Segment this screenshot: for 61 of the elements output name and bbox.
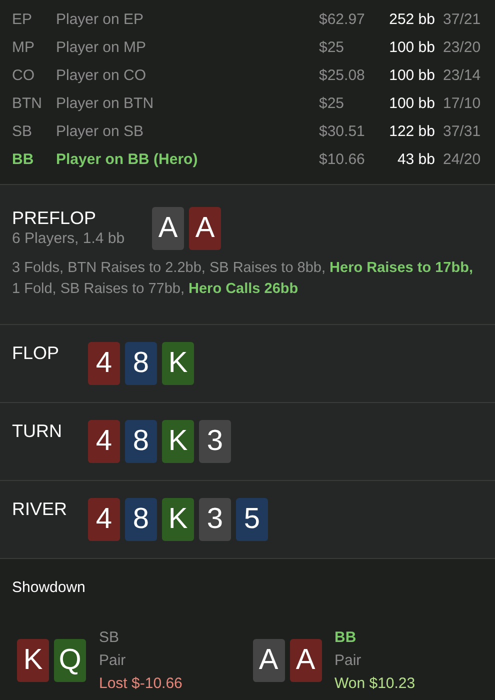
player-name: Player on MP	[56, 38, 148, 58]
player-stats: 24/20	[442, 150, 482, 170]
player-name: Player on BTN	[56, 94, 155, 114]
playing-card: 8	[125, 420, 157, 463]
stack-amount: $25	[319, 94, 346, 114]
action-summary: 3 Folds, BTN Raises to 2.2bb, SB Raises to 8bb, Hero Raises to 17bb, 1 Fold, SB Raises to 77bb, Hero Calls 26bb	[12, 259, 474, 299]
playing-card: K	[162, 342, 194, 385]
player-name: Player on CO	[56, 66, 148, 86]
street-subtitle: 6 Players, 1.4 bb	[12, 229, 126, 249]
hand-rank: Pair	[99, 650, 127, 670]
playing-card: 5	[236, 498, 268, 541]
player-name: Player on BB (Hero)	[56, 150, 199, 170]
stack-amount: $62.97	[319, 10, 366, 30]
playing-card: 8	[125, 498, 157, 541]
stack-bb: 252 bb	[388, 10, 435, 30]
playing-card: 3	[199, 498, 231, 541]
position-label: CO	[12, 66, 36, 86]
playing-card: A	[252, 638, 284, 682]
stack-amount: $25.08	[319, 66, 366, 86]
playing-card: A	[152, 207, 184, 250]
player-stats: 17/10	[442, 94, 482, 114]
stack-amount: $30.51	[319, 122, 366, 142]
playing-card: K	[162, 498, 194, 541]
result-amount: Lost $-10.66	[99, 674, 182, 694]
position-label: SB	[99, 628, 120, 648]
result-amount: Won $10.23	[334, 674, 416, 694]
player-name: Player on SB	[56, 122, 145, 142]
player-stats: 37/31	[442, 122, 482, 142]
playing-card: A	[189, 207, 221, 250]
street-title: PREFLOP	[12, 207, 98, 229]
position-label: BB	[334, 628, 358, 648]
position-label: MP	[12, 38, 36, 58]
playing-card: A	[290, 638, 322, 682]
playing-card: Q	[54, 638, 86, 682]
stack-bb: 100 bb	[388, 94, 435, 114]
playing-card: 4	[88, 498, 120, 541]
player-stats: 23/20	[442, 38, 482, 58]
showdown-title: Showdown	[12, 578, 86, 598]
playing-card: K	[162, 420, 194, 463]
playing-card: 4	[88, 342, 120, 385]
player-name: Player on EP	[56, 10, 145, 30]
player-stats: 37/21	[442, 10, 482, 30]
stack-amount: $10.66	[319, 150, 366, 170]
position-label: BB	[12, 150, 35, 170]
position-label: EP	[12, 10, 34, 30]
stack-bb: 100 bb	[388, 38, 435, 58]
stack-bb: 122 bb	[388, 122, 435, 142]
street-title: FLOP	[12, 342, 60, 364]
player-stats: 23/14	[442, 66, 482, 86]
playing-card: K	[17, 638, 49, 682]
stack-bb: 100 bb	[388, 66, 435, 86]
hand-rank: Pair	[334, 650, 362, 670]
position-label: SB	[12, 122, 34, 142]
stack-amount: $25	[319, 38, 346, 58]
position-label: BTN	[12, 94, 43, 114]
stack-bb: 43 bb	[396, 150, 435, 170]
street-title: TURN	[12, 420, 63, 442]
playing-card: 4	[88, 420, 120, 463]
playing-card: 8	[125, 342, 157, 385]
playing-card: 3	[199, 420, 231, 463]
street-title: RIVER	[12, 498, 68, 520]
